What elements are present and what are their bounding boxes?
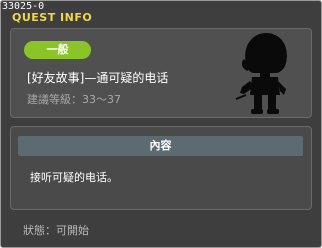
- window-title: QUEST INFO: [12, 11, 93, 24]
- content-header: 內容: [18, 136, 303, 156]
- level-requirement: 建議等級：33～37: [27, 93, 121, 106]
- content-text: 接听可疑的电话。: [30, 171, 118, 184]
- quest-summary-panel: 一般 [好友故事]—通可疑的电话 建議等級：33～37: [10, 28, 312, 118]
- character-silhouette-icon: [235, 33, 287, 114]
- quest-name: [好友故事]—通可疑的电话: [27, 71, 169, 85]
- status-text: 狀態：可開始: [23, 224, 89, 237]
- category-badge: 一般: [24, 41, 91, 59]
- content-panel: 內容 接听可疑的电话。: [10, 126, 312, 210]
- quest-info-window: 33025-0 QUEST INFO 一般 [好友故事]—通可疑的电话 建議等級…: [0, 0, 322, 248]
